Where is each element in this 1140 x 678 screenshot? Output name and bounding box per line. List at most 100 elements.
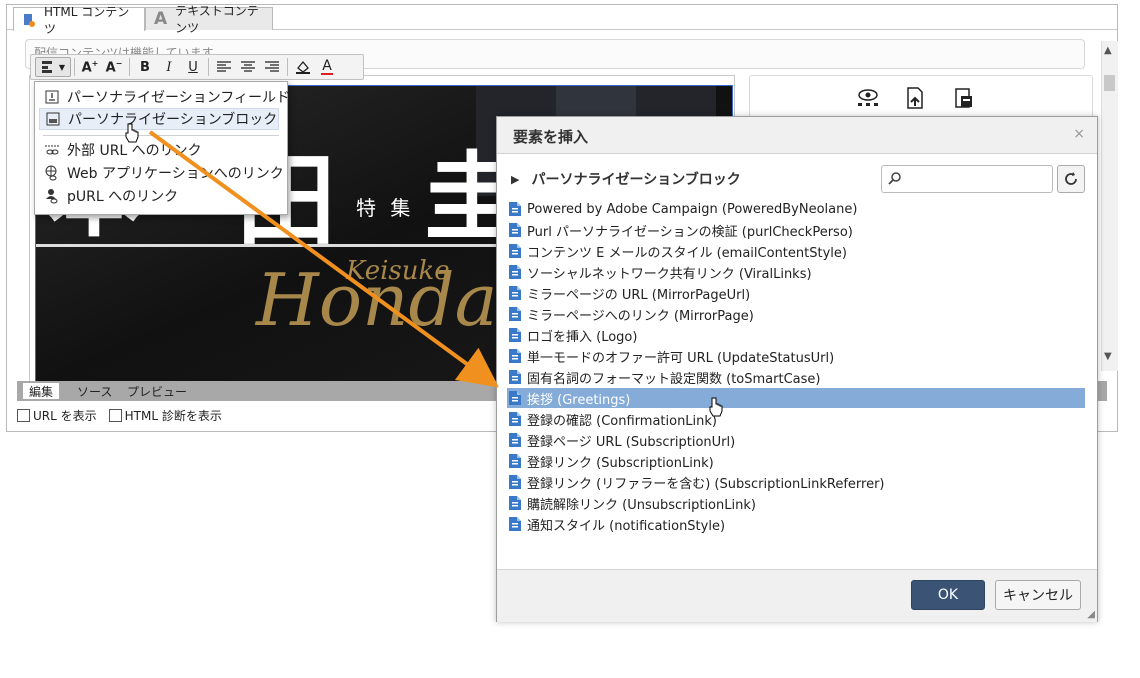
tree-node-label: パーソナライゼーションブロック <box>531 172 741 188</box>
web-link-icon <box>43 165 61 181</box>
dialog-title: 要素を挿入 <box>513 128 589 146</box>
font-color-icon[interactable]: A <box>315 57 339 77</box>
tab-preview[interactable]: プレビュー <box>121 383 193 399</box>
list-item[interactable]: 単一モードのオファー許可 URL (UpdateStatusUrl) <box>507 346 1085 366</box>
upload-page-icon[interactable] <box>905 87 927 113</box>
dialog-footer: OK キャンセル ◢ <box>497 569 1097 622</box>
menu-separator <box>43 135 279 136</box>
tree-node-personalization-block[interactable]: ▶ パーソナライゼーションブロック <box>511 169 741 189</box>
list-item-label: Purl パーソナライゼーションの検証 (purlCheckPerso) <box>527 224 853 240</box>
list-item-label: 通知スタイル (notificationStyle) <box>527 518 726 534</box>
list-item-label: 登録の確認 (ConfirmationLink) <box>527 413 718 429</box>
list-item[interactable]: 登録リンク (SubscriptionLink) <box>507 451 1085 471</box>
resize-grip-icon[interactable]: ◢ <box>1087 609 1095 620</box>
toolbar-separator <box>287 58 288 76</box>
list-item[interactable]: コンテンツ E メールのスタイル (emailContentStyle) <box>507 241 1085 261</box>
scroll-thumb[interactable] <box>1104 75 1115 91</box>
refresh-icon <box>1065 172 1077 185</box>
block-icon <box>44 111 62 127</box>
show-html-diagnostics-checkbox[interactable]: HTML 診断を表示 <box>108 407 222 424</box>
list-item[interactable]: 登録の確認 (ConfirmationLink) <box>507 409 1085 429</box>
list-item[interactable]: 登録ページ URL (SubscriptionUrl) <box>507 430 1085 450</box>
list-item[interactable]: Purl パーソナライゼーションの検証 (purlCheckPerso) <box>507 220 1085 240</box>
list-item[interactable]: 固有名詞のフォーマット設定関数 (toSmartCase) <box>507 367 1085 387</box>
show-url-checkbox[interactable]: URL を表示 <box>17 407 97 424</box>
menu-item-external-url-link[interactable]: 外部 URL へのリンク <box>39 139 202 161</box>
menu-item-web-app-link[interactable]: Web アプリケーションへのリンク <box>39 162 284 184</box>
insert-dropdown-button[interactable]: ▼ <box>35 57 71 77</box>
document-icon <box>509 412 521 426</box>
tab-text-label: テキストコンテンツ <box>175 4 259 35</box>
document-icon <box>509 244 521 258</box>
checkbox-box[interactable] <box>17 409 30 422</box>
tab-edit[interactable]: 編集 <box>23 383 60 399</box>
document-icon <box>509 349 521 363</box>
scroll-down-icon[interactable]: ▼ <box>1104 351 1112 362</box>
document-icon <box>509 286 521 300</box>
options-row: URL を表示 HTML 診断を表示 <box>17 407 222 424</box>
bold-icon[interactable]: B <box>133 57 157 77</box>
document-icon <box>509 391 521 405</box>
font-shrink-icon[interactable]: A− <box>102 57 126 77</box>
list-item[interactable]: 購読解除リンク (UnsubscriptionLink) <box>507 493 1085 513</box>
paste-page-icon[interactable] <box>953 87 975 113</box>
list-item[interactable]: ソーシャルネットワーク共有リンク (ViralLinks) <box>507 262 1085 282</box>
dialog-header: 要素を挿入 × <box>497 117 1097 154</box>
right-toolbar <box>857 87 975 113</box>
vertical-scrollbar[interactable]: ▲ ▼ <box>1101 41 1118 371</box>
list-item-label: 登録リンク (リファラーを含む) (SubscriptionLinkReferr… <box>527 476 885 492</box>
align-right-icon[interactable] <box>260 57 284 77</box>
document-icon <box>509 328 521 342</box>
menu-item-purl-link[interactable]: pURL へのリンク <box>39 185 178 207</box>
preview-eye-icon[interactable] <box>857 87 879 113</box>
document-icon <box>509 496 521 510</box>
toolbar-separator <box>74 58 75 76</box>
document-icon <box>509 370 521 384</box>
tab-text-content[interactable]: A テキストコンテンツ <box>145 4 273 35</box>
text-content-icon: A <box>154 9 168 29</box>
document-icon <box>509 202 521 216</box>
menu-item-label: パーソナライゼーションブロック <box>68 112 278 128</box>
align-center-icon[interactable] <box>236 57 260 77</box>
list-item[interactable]: ミラーページの URL (MirrorPageUrl) <box>507 283 1085 303</box>
list-item[interactable]: ミラーページへのリンク (MirrorPage) <box>507 304 1085 324</box>
underline-icon[interactable]: U <box>181 57 205 77</box>
document-icon <box>509 454 521 468</box>
cancel-button[interactable]: キャンセル <box>995 580 1081 610</box>
list-item-label: コンテンツ E メールのスタイル (emailContentStyle) <box>527 245 847 261</box>
list-item[interactable]: 挨拶 (Greetings) <box>507 388 1085 408</box>
list-item-label: 単一モードのオファー許可 URL (UpdateStatusUrl) <box>527 350 835 366</box>
insert-menu: パーソナライゼーションフィールド パーソナライゼーションブロック 外部 URL … <box>34 81 290 215</box>
list-item-label: 固有名詞のフォーマット設定関数 (toSmartCase) <box>527 371 821 387</box>
list-item[interactable]: 通知スタイル (notificationStyle) <box>507 514 1085 534</box>
tab-source[interactable]: ソース <box>71 383 118 399</box>
search-input[interactable] <box>881 165 1053 193</box>
refresh-button[interactable] <box>1057 165 1085 193</box>
document-icon <box>509 433 521 447</box>
italic-icon[interactable]: I <box>157 57 181 77</box>
menu-item-personalization-field[interactable]: パーソナライゼーションフィールド <box>39 86 290 108</box>
list-item-label: Powered by Adobe Campaign (PoweredByNeol… <box>527 201 858 217</box>
checkbox-box[interactable] <box>108 409 122 422</box>
list-item[interactable]: ロゴを挿入 (Logo) <box>507 325 1085 345</box>
menu-item-personalization-block[interactable]: パーソナライゼーションブロック <box>39 108 279 130</box>
search-icon <box>888 171 902 189</box>
font-grow-icon[interactable]: A+ <box>78 57 102 77</box>
fill-color-icon[interactable] <box>291 57 315 77</box>
banner-tokushu: 特 集 <box>356 196 415 220</box>
purl-icon <box>43 188 61 204</box>
close-icon[interactable]: × <box>1073 126 1085 142</box>
ok-button[interactable]: OK <box>911 580 985 610</box>
list-item[interactable]: 登録リンク (リファラーを含む) (SubscriptionLinkReferr… <box>507 472 1085 492</box>
menu-item-label: パーソナライゼーションフィールド <box>67 90 291 106</box>
toolbar-separator <box>129 58 130 76</box>
show-url-label: URL を表示 <box>33 409 97 423</box>
list-item-label: 購読解除リンク (UnsubscriptionLink) <box>527 497 756 513</box>
toolbar-separator <box>208 58 209 76</box>
scroll-up-icon[interactable]: ▲ <box>1104 45 1112 56</box>
expand-triangle-icon[interactable]: ▶ <box>511 173 519 186</box>
align-left-icon[interactable] <box>212 57 236 77</box>
tab-html-content[interactable]: HTML コンテンツ <box>13 5 145 36</box>
format-toolbar: ▼ A+ A− B I U A <box>30 54 364 80</box>
list-item[interactable]: Powered by Adobe Campaign (PoweredByNeol… <box>507 199 1085 219</box>
